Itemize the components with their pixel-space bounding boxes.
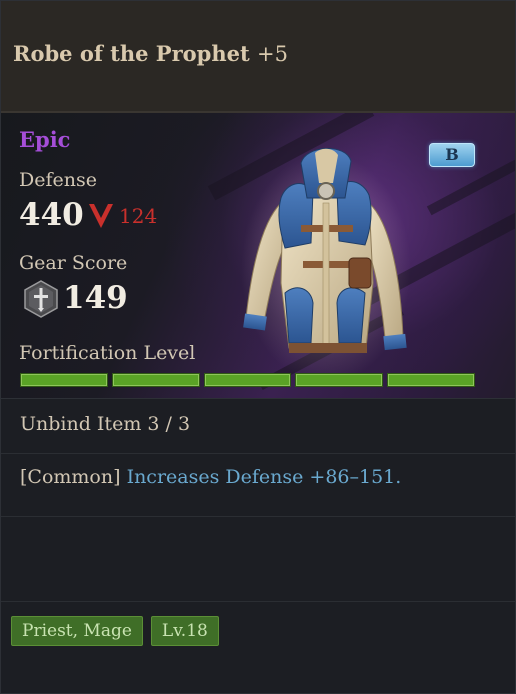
tooltip-header: Robe of the Prophet +5 [1, 1, 515, 113]
fortification-label: Fortification Level [19, 342, 196, 364]
gear-score-value: 149 [63, 280, 128, 316]
item-tier-badge: B [429, 143, 475, 167]
fortification-segment [387, 373, 475, 387]
fortification-bar [20, 373, 475, 387]
robe-armor-icon [241, 148, 411, 378]
fortification-segment [111, 373, 200, 387]
class-tag: Priest, Mage [11, 616, 143, 646]
item-tooltip: Robe of the Prophet +5 Epic Defense 440 … [0, 0, 516, 694]
empty-section [1, 517, 515, 602]
gear-score-icon [24, 280, 58, 318]
fortification-segment [20, 373, 108, 387]
defense-difference: 124 [119, 204, 158, 228]
decrease-arrow-icon [89, 204, 113, 228]
requirement-tags: Priest, Mage Lv.18 [11, 616, 219, 646]
level-tag: Lv.18 [150, 616, 219, 646]
fortification-segment [203, 373, 292, 387]
item-grade: Epic [19, 127, 71, 152]
enhance-level: +5 [257, 42, 288, 66]
defense-value: 440 [19, 197, 84, 233]
effect-description: Increases Defense +86–151. [126, 466, 402, 488]
effect-tag: [Common] [20, 466, 121, 488]
item-name: Robe of the Prophet [13, 41, 250, 66]
defense-label: Defense [19, 169, 97, 191]
effect-row: [Common] Increases Defense +86–151. [1, 454, 515, 517]
unbind-row: Unbind Item 3 / 3 [1, 399, 515, 454]
item-effect: [Common] Increases Defense +86–151. [20, 466, 401, 488]
unbind-count: Unbind Item 3 / 3 [20, 413, 191, 435]
item-title: Robe of the Prophet +5 [13, 41, 288, 66]
fortification-segment [295, 373, 384, 387]
gear-score-label: Gear Score [19, 252, 128, 274]
stats-section: Epic Defense 440 124 Gear Score 149 B Fo… [1, 113, 515, 399]
